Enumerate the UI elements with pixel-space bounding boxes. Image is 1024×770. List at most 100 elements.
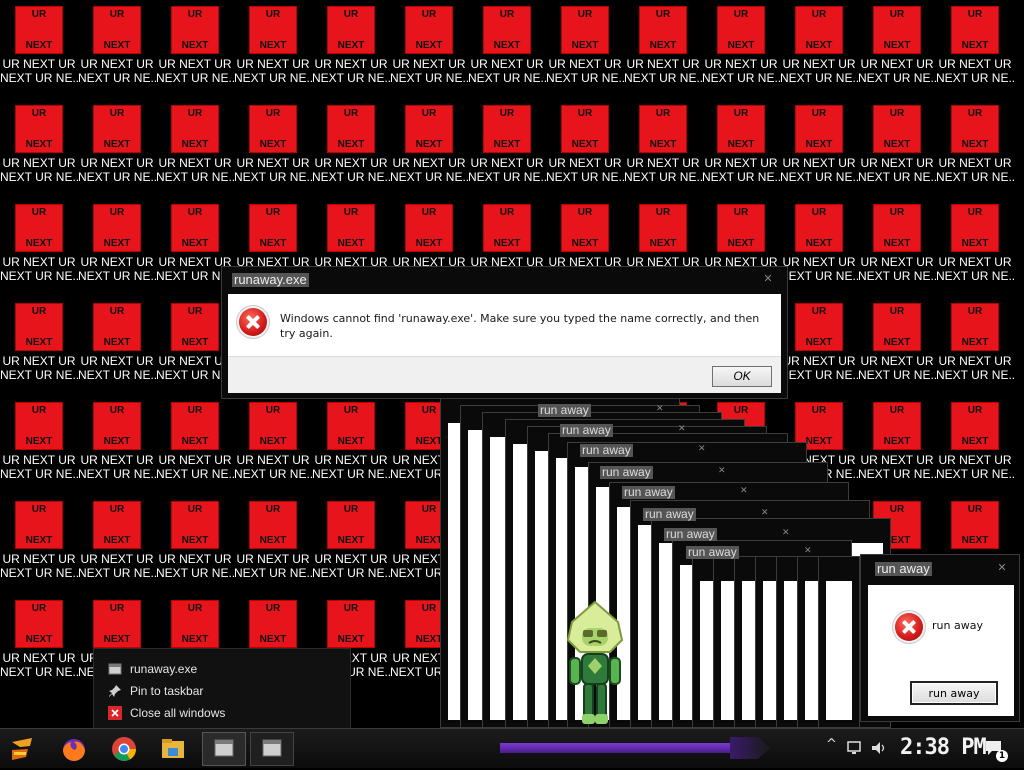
desktop-icon[interactable]: UR NEXT UR NEXT URNEXT UR NE... [468, 0, 546, 99]
action-center-icon[interactable]: 1 [984, 738, 1008, 762]
desktop-icon[interactable]: UR NEXT UR NEXT URNEXT UR NE... [0, 99, 78, 198]
desktop-icon[interactable]: UR NEXT UR NEXT URNEXT UR NE... [0, 0, 78, 99]
taskbar-clock[interactable]: 2:38 PM [900, 733, 987, 763]
desktop-icon[interactable]: UR NEXT UR NEXT URNEXT UR NE... [468, 99, 546, 198]
desktop-icon-label: UR NEXT URNEXT UR NE... [312, 552, 390, 580]
desktop-icon[interactable]: UR NEXT UR NEXT URNEXT UR NE... [78, 0, 156, 99]
icon-caption-top: UR [811, 306, 827, 317]
icon-caption-bottom: NEXT [259, 535, 287, 546]
desktop-icon[interactable]: UR NEXT UR NEXT URNEXT UR NE... [936, 0, 1014, 99]
desktop-icon[interactable]: UR NEXT UR NEXT URNEXT UR NE... [858, 198, 936, 297]
volume-icon[interactable] [870, 740, 888, 756]
ur-next-icon: UR NEXT [327, 600, 375, 648]
runaway-app-icon[interactable] [202, 732, 246, 766]
desktop-icon[interactable]: UR NEXT UR NEXT URNEXT UR NE... [858, 396, 936, 495]
ok-button[interactable]: OK [712, 366, 772, 387]
dialog-close-button[interactable]: ✕ [757, 271, 779, 287]
desktop-icon[interactable]: UR NEXT UR NEXT URNEXT UR NE... [858, 297, 936, 396]
icon-caption-top: UR [733, 405, 749, 416]
runaway-dialog-close-button[interactable]: ✕ [991, 560, 1013, 576]
desktop-icon[interactable]: UR NEXT UR NEXT URNEXT UR NE... [156, 0, 234, 99]
icon-caption-top: UR [577, 207, 593, 218]
run-away-button[interactable]: run away [910, 681, 998, 705]
jump-list-item[interactable]: Close all windows [108, 703, 225, 723]
desktop-icon[interactable]: UR NEXT UR NEXT URNEXT UR NE... [702, 99, 780, 198]
desktop-icon[interactable]: UR NEXT UR NEXT URNEXT UR NE... [546, 99, 624, 198]
desktop-icon[interactable]: UR NEXT UR NEXT URNEXT UR NE... [156, 396, 234, 495]
ur-next-icon: UR NEXT [171, 600, 219, 648]
desktop-icon[interactable]: UR NEXT UR NEXT URNEXT UR NE... [936, 297, 1014, 396]
firefox-icon[interactable] [57, 732, 91, 766]
desktop-icon[interactable]: UR NEXT UR NEXT URNEXT UR NE... [780, 297, 858, 396]
icon-label-line2: NEXT UR NE... [78, 467, 156, 481]
desktop-icon[interactable]: UR NEXT UR NEXT URNEXT UR NE... [78, 495, 156, 594]
icon-caption-top: UR [967, 405, 983, 416]
icon-label-line2: NEXT UR NE... [780, 368, 858, 382]
runaway-window-close-button[interactable]: ✕ [804, 546, 812, 556]
desktop-icon[interactable]: UR NEXT UR NEXT URNEXT UR NE... [936, 396, 1014, 495]
runaway-window-close-button[interactable]: ✕ [740, 486, 748, 496]
desktop-icon[interactable]: UR NEXT UR NEXT URNEXT UR NE... [936, 198, 1014, 297]
runaway-window-close-button[interactable]: ✕ [761, 508, 769, 518]
desktop-icon[interactable]: UR NEXT UR NEXT URNEXT UR NE... [312, 495, 390, 594]
jump-list-item[interactable]: runaway.exe [108, 659, 197, 679]
desktop-icon[interactable]: UR NEXT UR NEXT URNEXT UR NE... [78, 198, 156, 297]
jump-list-item[interactable]: Pin to taskbar [108, 681, 203, 701]
desktop-icon[interactable]: UR NEXT UR NEXT URNEXT UR NE... [234, 99, 312, 198]
icon-label-line2: NEXT UR NE... [156, 566, 234, 580]
desktop-icon[interactable]: UR NEXT UR NEXT URNEXT UR NE... [0, 594, 78, 693]
desktop-icon[interactable]: UR NEXT UR NEXT URNEXT UR NE... [78, 396, 156, 495]
desktop-icon[interactable]: UR NEXT UR NEXT URNEXT UR NE... [780, 99, 858, 198]
desktop-icon[interactable]: UR NEXT UR NEXT URNEXT UR NE... [702, 0, 780, 99]
network-icon[interactable] [846, 740, 864, 756]
desktop-icon[interactable]: UR NEXT UR NEXT URNEXT UR NE... [0, 297, 78, 396]
runaway-window-close-button[interactable]: ✕ [678, 424, 686, 434]
desktop-icon[interactable]: UR NEXT UR NEXT URNEXT UR NE... [780, 0, 858, 99]
icon-label-line1: UR NEXT UR [314, 156, 388, 170]
chrome-icon[interactable] [107, 732, 141, 766]
icon-label-line1: UR NEXT UR [236, 57, 310, 71]
runaway-window-close-button[interactable]: ✕ [698, 444, 706, 454]
runaway-window[interactable] [818, 556, 860, 728]
icon-caption-top: UR [187, 504, 203, 515]
desktop-icon[interactable]: UR NEXT UR NEXT URNEXT UR NE... [312, 396, 390, 495]
desktop-icon[interactable]: UR NEXT UR NEXT URNEXT UR NE... [234, 0, 312, 99]
tray-overflow-chevron[interactable]: ^ [826, 737, 837, 752]
runaway-window-close-button[interactable]: ✕ [656, 404, 664, 414]
runaway-window-close-button[interactable]: ✕ [782, 528, 790, 538]
ur-next-icon: UR NEXT [93, 303, 141, 351]
taskbar-jump-list: runaway.exe Pin to taskbar Close all windo… [93, 648, 351, 730]
desktop-icon[interactable]: UR NEXT UR NEXT URNEXT UR NE... [78, 297, 156, 396]
desktop-icon[interactable]: UR NEXT UR NEXT URNEXT UR NE... [156, 495, 234, 594]
desktop-icon[interactable]: UR NEXT UR NEXT URNEXT UR NE... [0, 396, 78, 495]
desktop-icon[interactable]: UR NEXT UR NEXT URNEXT UR NE... [156, 99, 234, 198]
icon-label-line1: UR NEXT UR [626, 57, 700, 71]
desktop-icon[interactable]: UR NEXT UR NEXT URNEXT UR NE... [234, 495, 312, 594]
desktop-icon[interactable]: UR NEXT UR NEXT URNEXT UR NE... [390, 99, 468, 198]
desktop-icon[interactable]: UR NEXT UR NEXT URNEXT UR NE... [0, 198, 78, 297]
start-button[interactable] [6, 732, 40, 766]
icon-caption-top: UR [109, 405, 125, 416]
desktop-icon[interactable]: UR NEXT UR NEXT URNEXT UR NE... [624, 0, 702, 99]
desktop-icon[interactable]: UR NEXT UR NEXT URNEXT UR NE... [546, 0, 624, 99]
taskbar-accent-cap [730, 737, 770, 759]
icon-label-line1: UR NEXT UR [860, 255, 934, 269]
desktop-icon-label: UR NEXT URNEXT UR NE... [936, 255, 1014, 283]
desktop-icon[interactable]: UR NEXT UR NEXT URNEXT UR NE... [858, 0, 936, 99]
desktop-icon[interactable]: UR NEXT UR NEXT URNEXT UR NE... [78, 99, 156, 198]
desktop-icon[interactable]: UR NEXT UR NEXT URNEXT UR NE... [936, 99, 1014, 198]
desktop-icon[interactable]: UR NEXT UR NEXT URNEXT UR NE... [390, 0, 468, 99]
desktop-icon[interactable]: UR NEXT UR NEXT URNEXT UR NE... [234, 396, 312, 495]
desktop-icon[interactable]: UR NEXT UR NEXT URNEXT UR NE... [312, 0, 390, 99]
runaway-window-close-button[interactable]: ✕ [718, 466, 726, 476]
desktop-icon[interactable]: UR NEXT UR NEXT URNEXT UR NE... [624, 99, 702, 198]
desktop-icon[interactable]: UR NEXT UR NEXT URNEXT UR NE... [312, 99, 390, 198]
desktop-icon[interactable]: UR NEXT UR NEXT URNEXT UR NE... [858, 99, 936, 198]
ur-next-icon: UR NEXT [483, 204, 531, 252]
file-explorer-icon[interactable] [156, 732, 190, 766]
icon-caption-top: UR [967, 108, 983, 119]
ur-next-icon: UR NEXT [249, 402, 297, 450]
desktop-icon[interactable]: UR NEXT UR NEXT URNEXT UR NE... [780, 198, 858, 297]
runaway-app-icon-2[interactable] [250, 732, 294, 766]
desktop-icon[interactable]: UR NEXT UR NEXT URNEXT UR NE... [0, 495, 78, 594]
